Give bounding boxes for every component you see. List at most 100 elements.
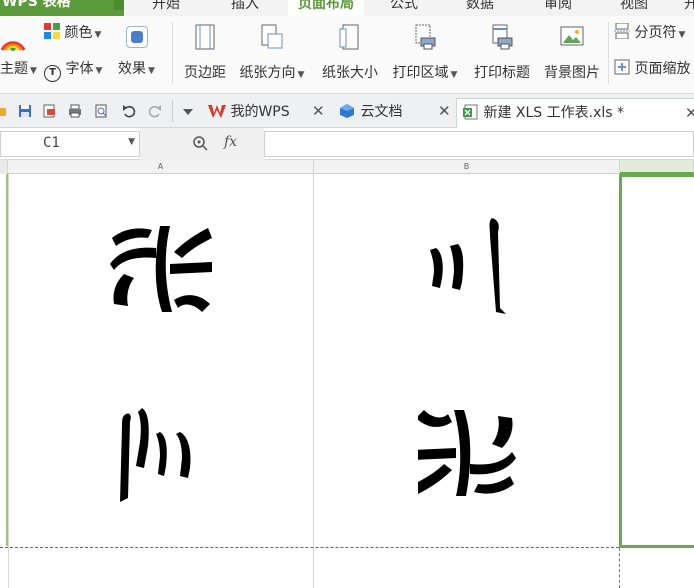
font-label: 字体 (65, 61, 94, 77)
tab-cloud-docs-label: 云文档 (360, 104, 403, 120)
row-selection-edge (6, 174, 8, 546)
print-titles-icon (490, 24, 514, 50)
redo-icon[interactable] (148, 104, 162, 118)
orientation-icon (260, 24, 284, 50)
ribbon-separator (172, 22, 173, 84)
print-area-button[interactable]: 打印区域 ▼ (388, 22, 462, 86)
margins-button[interactable]: 页边距 (180, 22, 230, 86)
close-icon[interactable]: ✕ (438, 102, 451, 120)
export-pdf-icon[interactable] (42, 104, 56, 118)
tab-page-layout[interactable]: 页面布局 (288, 0, 364, 16)
name-box-value: C1 (43, 135, 60, 151)
app-name: WPS 表格 (2, 0, 71, 10)
effects-label: 效果 (118, 61, 146, 77)
page-break-button[interactable]: 分页符 ▼ (614, 22, 685, 44)
chevron-down-icon[interactable]: ▼ (128, 137, 135, 147)
tab-active-workbook[interactable]: 新建 XLS 工作表.xls * ✕ (456, 98, 694, 128)
tab-data[interactable]: 数据 (466, 0, 494, 16)
page-break-line (619, 548, 620, 588)
effects-icon[interactable] (126, 26, 148, 48)
insert-function-button[interactable]: fx (224, 134, 237, 150)
paper-size-label: 纸张大小 (322, 65, 378, 81)
background-image-button[interactable]: 背景图片 (540, 22, 604, 86)
close-icon[interactable]: ✕ (312, 102, 325, 120)
print-area-label: 打印区域 (392, 65, 449, 81)
document-tab-bar: 我的WPS ✕ 云文档 ✕ 新建 XLS 工作表.xls * ✕ (0, 94, 694, 128)
orientation-button[interactable]: 纸张方向 ▼ (236, 22, 308, 86)
close-icon[interactable]: ✕ (685, 99, 694, 127)
app-menu-button[interactable]: WPS 表格 (0, 0, 124, 16)
orientation-label: 纸张方向 (239, 65, 296, 81)
ribbon-separator (608, 22, 609, 84)
formula-tools: fx (140, 128, 264, 160)
page-zoom-button[interactable]: 页面缩放 (614, 58, 690, 80)
colors-label: 颜色 (64, 25, 93, 41)
glyph-top-left (110, 226, 212, 312)
glyph-top-right (430, 218, 506, 314)
zoom-search-icon[interactable] (192, 135, 208, 155)
wps-logo-icon (208, 101, 226, 118)
theme-button[interactable]: 主题 ▼ (0, 58, 37, 80)
tab-insert[interactable]: 插入 (231, 0, 259, 16)
tab-my-wps-label: 我的WPS (230, 104, 290, 120)
select-all-corner[interactable] (0, 160, 8, 174)
page-break-line (0, 547, 694, 548)
tab-my-wps[interactable]: 我的WPS (208, 98, 290, 128)
menu-bar: WPS 表格 开始 插入 页面布局 公式 数据 审阅 视图 开 (0, 0, 694, 16)
column-header-c[interactable] (620, 160, 694, 174)
ribbon-toolbar: 主题 ▼ 颜色 ▼ T 字体 ▼ 效果 ▼ 页边距 纸张方向 ▼ 纸张大小 打印… (0, 16, 694, 94)
paper-size-button[interactable]: 纸张大小 (318, 22, 382, 86)
cloud-doc-icon (338, 101, 356, 118)
xls-file-icon (463, 102, 479, 120)
save-icon[interactable] (18, 104, 32, 118)
worksheet-grid[interactable] (0, 174, 694, 588)
print-titles-button[interactable]: 打印标题 (470, 22, 534, 86)
chevron-down-icon: ▼ (30, 66, 37, 76)
toolbar-separator (172, 100, 173, 122)
page-zoom-label: 页面缩放 (634, 61, 691, 77)
tab-formulas[interactable]: 公式 (390, 0, 418, 16)
column-header-b[interactable]: B (314, 160, 620, 174)
formula-bar: C1 ▼ fx (0, 128, 694, 160)
column-header-a[interactable]: A (8, 160, 314, 174)
chevron-down-icon: ▼ (450, 70, 458, 80)
effects-button[interactable]: 效果 ▼ (118, 58, 155, 80)
glyph-bottom-left (120, 408, 191, 502)
tab-more[interactable]: 开 (684, 0, 694, 16)
font-button[interactable]: T 字体 ▼ (44, 58, 102, 82)
chevron-down-icon: ▼ (148, 66, 155, 76)
column-headers: A B (0, 160, 694, 174)
print-icon[interactable] (68, 104, 82, 118)
selected-cell-c1[interactable] (619, 174, 694, 548)
page-break-icon (614, 22, 630, 46)
chevron-down-icon: ▼ (94, 30, 102, 40)
paper-size-icon (338, 24, 362, 50)
name-box[interactable]: C1 ▼ (0, 131, 140, 157)
open-icon[interactable] (0, 104, 6, 118)
print-preview-icon[interactable] (94, 104, 108, 118)
colors-button[interactable]: 颜色 ▼ (44, 22, 101, 44)
theme-label: 主题 (0, 61, 28, 77)
margins-icon (193, 24, 217, 50)
margins-label: 页边距 (184, 65, 226, 81)
gridline (313, 174, 314, 588)
undo-icon[interactable] (122, 104, 136, 118)
background-image-icon (560, 24, 584, 50)
chevron-down-icon[interactable] (182, 106, 196, 120)
tab-view[interactable]: 视图 (620, 0, 648, 16)
glyph-bottom-right (418, 410, 516, 496)
page-zoom-icon (614, 59, 630, 82)
page-break-label: 分页符 (634, 25, 677, 41)
formula-input[interactable] (264, 131, 694, 157)
print-area-icon (413, 24, 437, 50)
tab-review[interactable]: 审阅 (544, 0, 572, 16)
font-icon: T (44, 65, 61, 82)
chevron-down-icon: ▼ (297, 70, 305, 80)
print-titles-label: 打印标题 (474, 65, 530, 81)
color-palette-icon (44, 23, 60, 46)
chevron-down-icon: ▼ (678, 30, 686, 40)
tab-home[interactable]: 开始 (152, 0, 180, 16)
background-image-label: 背景图片 (544, 65, 600, 81)
tab-cloud-docs[interactable]: 云文档 (338, 98, 402, 128)
theme-icon[interactable] (0, 28, 26, 56)
